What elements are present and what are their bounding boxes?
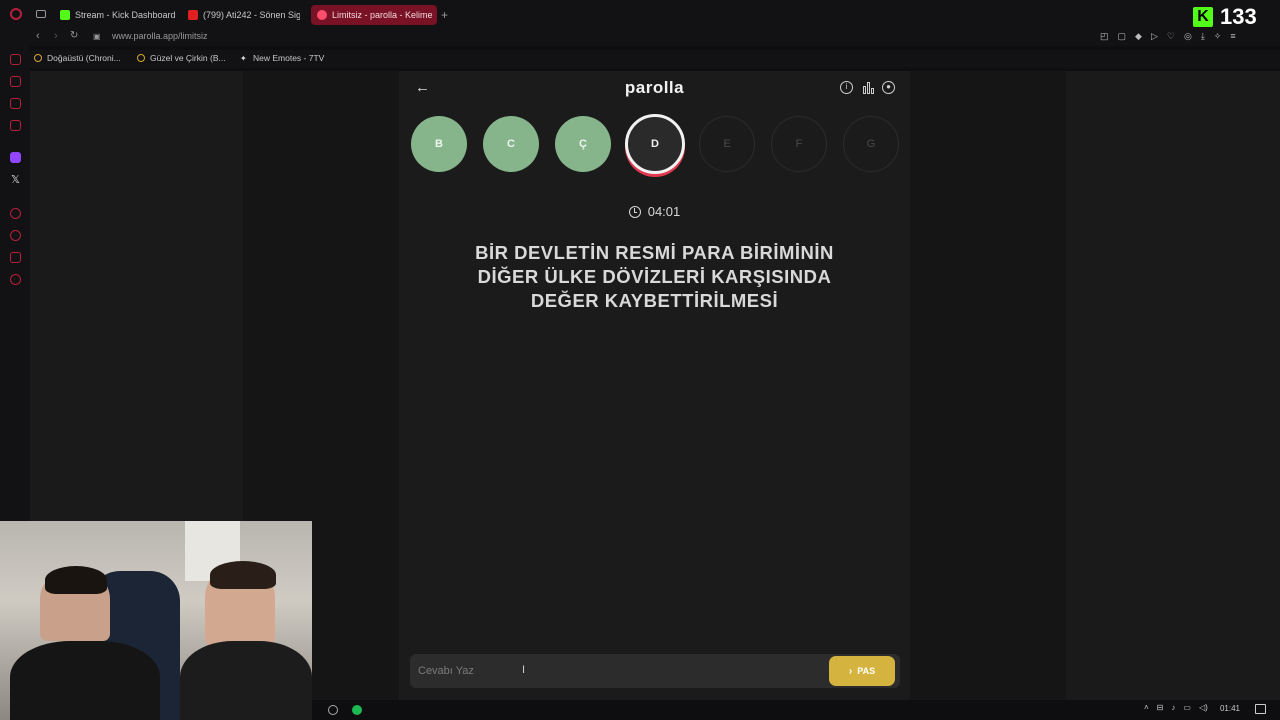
webcam-person-right-hair <box>210 561 276 589</box>
usb-icon[interactable]: ⊟ <box>1157 703 1164 712</box>
pass-label: PAS <box>857 666 876 676</box>
taskbar-app-icon[interactable] <box>328 705 338 715</box>
browser-tab-bar: Stream - Kick Dashboard (799) Ati242 - S… <box>0 0 1280 30</box>
webcam-person-right-body <box>180 641 312 720</box>
chevron-up-icon[interactable]: ˄ <box>1144 703 1149 712</box>
aria-icon[interactable] <box>10 54 21 65</box>
profile-icon[interactable]: ● <box>882 81 895 94</box>
webcam-overlay <box>0 521 312 720</box>
ai-icon[interactable]: ✧ <box>1214 31 1222 42</box>
7tv-icon: ✦ <box>240 54 247 63</box>
forward-icon[interactable]: › <box>54 30 58 42</box>
text-cursor-icon: I <box>522 664 526 676</box>
kick-favicon-icon <box>60 10 70 20</box>
letter-circle-e: E <box>699 116 755 172</box>
menu-icon[interactable]: ≡ <box>1230 31 1235 42</box>
bookmark-icon <box>137 54 145 62</box>
lock-icon: ▣ <box>93 32 101 41</box>
letter-circle-cc: Ç <box>555 116 611 172</box>
bookmarks-bar: Doğaüstü (Chroni... Güzel ve Çirkin (B..… <box>30 50 1280 68</box>
question-text: BİR DEVLETİN RESMİ PARA BİRİMİNİN DİĞER … <box>429 241 880 313</box>
workspace-icon[interactable] <box>10 76 21 87</box>
tab-label: Limitsiz - parolla - Kelime <box>332 10 433 20</box>
mic-icon[interactable]: ♪ <box>1171 703 1175 712</box>
reload-icon[interactable]: ↻ <box>70 30 78 41</box>
parolla-game: ← parolla i ● B C Ç D E F G 04:01 BİR DE… <box>399 71 910 700</box>
bookmark-icon <box>34 54 42 62</box>
stats-icon[interactable] <box>862 81 875 94</box>
chevron-right-icon: › <box>848 665 853 677</box>
heart-icon[interactable]: ♡ <box>1167 31 1175 42</box>
question-line: DEĞER KAYBETTİRİLMESİ <box>530 290 779 311</box>
bookmark-label: Doğaüstü (Chroni... <box>47 53 121 63</box>
spotify-icon[interactable] <box>352 705 362 715</box>
parolla-favicon-icon <box>317 10 327 20</box>
opera-logo-icon[interactable] <box>10 8 22 20</box>
kick-follower-counter: K 133 <box>1193 4 1257 30</box>
new-tab-icon[interactable]: + <box>441 8 448 22</box>
tab-parolla[interactable]: Limitsiz - parolla - Kelime <box>311 5 437 25</box>
bookmark-item[interactable]: ✦ New Emotes - 7TV <box>240 53 324 63</box>
letter-circle-d: D <box>625 114 685 174</box>
tab-kick-dashboard[interactable]: Stream - Kick Dashboard <box>60 5 178 25</box>
notification-icon[interactable] <box>1255 704 1266 714</box>
bookmark-item[interactable]: Güzel ve Çirkin (B... <box>137 53 226 63</box>
youtube-favicon-icon <box>188 10 198 20</box>
timer: 04:01 <box>399 204 910 219</box>
toolbar-icons: ◰ ▢ ◆ ▷ ♡ ◎ ⤓ ✧ ≡ <box>1100 31 1236 42</box>
timer-value: 04:01 <box>647 204 681 219</box>
url-field[interactable]: www.parolla.app/limitsiz <box>112 31 208 41</box>
answer-input[interactable] <box>418 662 798 680</box>
tab-youtube-video[interactable]: (799) Ati242 - Sönen Siga <box>188 5 300 25</box>
history-icon[interactable] <box>10 230 21 241</box>
bookmark-label: Güzel ve Çirkin (B... <box>150 53 226 63</box>
settings-icon[interactable] <box>10 274 21 285</box>
taskbar: ˄ ⊟ ♪ ▭ ◁) 01:41 <box>312 700 1280 720</box>
pass-button[interactable]: › PAS <box>829 656 895 686</box>
extension-icon[interactable]: ▢ <box>1118 31 1127 42</box>
shield-icon[interactable]: ◆ <box>1135 31 1142 42</box>
pinboard-icon[interactable] <box>10 208 21 219</box>
game-header: ← parolla i ● <box>399 71 910 107</box>
app-logo: parolla <box>624 78 685 97</box>
system-tray: ˄ ⊟ ♪ ▭ ◁) <box>1144 703 1208 712</box>
letter-circle-f: F <box>771 116 827 172</box>
bookmark-item[interactable]: Doğaüstü (Chroni... <box>34 53 121 63</box>
messenger-icon[interactable] <box>10 98 21 109</box>
taskbar-clock: 01:41 <box>1219 704 1240 713</box>
question-line: BİR DEVLETİN RESMİ PARA BİRİMİNİN <box>475 242 834 263</box>
answer-bar: I › PAS <box>410 654 900 688</box>
letter-circle-b: B <box>411 116 467 172</box>
extensions-icon[interactable] <box>10 252 21 263</box>
webcam-person-left-hair <box>45 566 107 594</box>
address-bar-row: ‹ › ↻ ▣ www.parolla.app/limitsiz ◰ ▢ ◆ ▷… <box>30 28 1280 46</box>
twitch-icon[interactable] <box>10 152 21 163</box>
clock-icon <box>628 205 641 218</box>
volume-icon[interactable]: ◁) <box>1199 703 1208 712</box>
tab-label: Stream - Kick Dashboard <box>75 10 176 20</box>
tab-overview-icon[interactable] <box>36 10 46 18</box>
tab-label: (799) Ati242 - Sönen Siga <box>203 10 300 20</box>
network-icon[interactable]: ▭ <box>1183 703 1191 712</box>
letter-circle-g: G <box>843 116 899 172</box>
info-icon[interactable]: i <box>840 81 853 94</box>
profile-icon[interactable]: ◎ <box>1184 31 1192 42</box>
letter-circle-c: C <box>483 116 539 172</box>
kick-logo-icon: K <box>1193 7 1213 27</box>
webcam-person-left-body <box>10 641 160 720</box>
question-line: DİĞER ÜLKE DÖVİZLERİ KARŞISINDA <box>477 266 832 287</box>
bookmark-label: New Emotes - 7TV <box>253 53 325 63</box>
back-icon[interactable]: ‹ <box>36 30 40 42</box>
player-icon[interactable] <box>10 120 21 131</box>
snapshot-icon[interactable]: ◰ <box>1100 31 1109 42</box>
kick-count: 133 <box>1220 4 1257 29</box>
x-icon[interactable]: 𝕏 <box>11 173 20 186</box>
play-icon[interactable]: ▷ <box>1151 31 1158 42</box>
download-icon[interactable]: ⤓ <box>1201 31 1205 42</box>
